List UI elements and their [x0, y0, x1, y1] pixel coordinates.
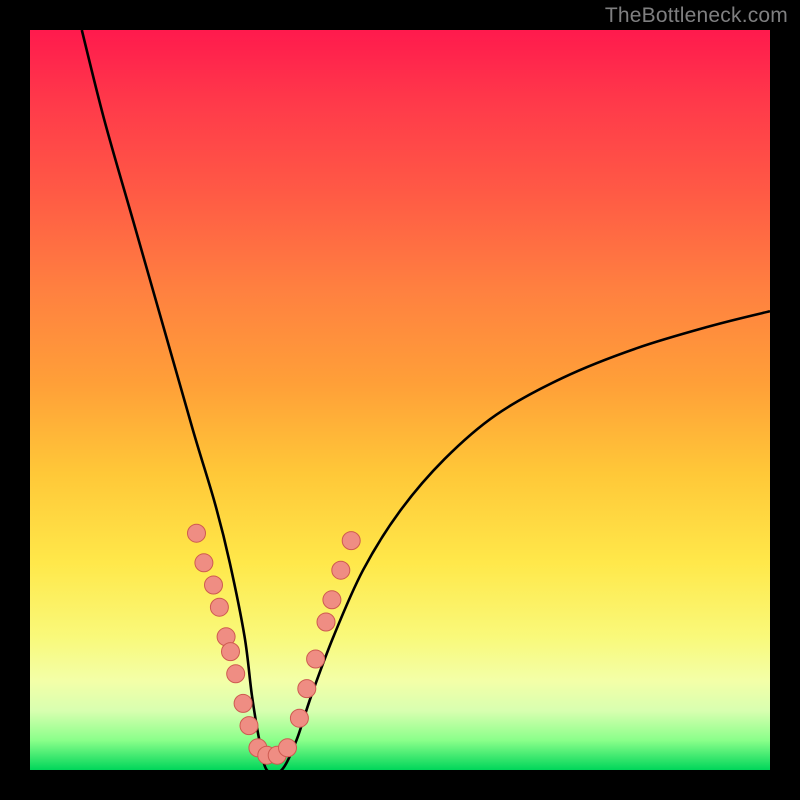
scatter-layer: [188, 524, 361, 764]
scatter-dot: [210, 598, 228, 616]
scatter-dot: [298, 680, 316, 698]
scatter-dot: [240, 717, 258, 735]
scatter-dot: [317, 613, 335, 631]
scatter-dot: [205, 576, 223, 594]
scatter-dot: [307, 650, 325, 668]
scatter-dot: [342, 532, 360, 550]
scatter-dot: [332, 561, 350, 579]
scatter-dot: [227, 665, 245, 683]
curve-layer: [82, 30, 770, 770]
scatter-dot: [222, 643, 240, 661]
scatter-dot: [234, 694, 252, 712]
scatter-dot: [279, 739, 297, 757]
scatter-dot: [323, 591, 341, 609]
plot-area: [30, 30, 770, 770]
scatter-dot: [290, 709, 308, 727]
watermark-text: TheBottleneck.com: [605, 4, 788, 28]
scatter-dot: [188, 524, 206, 542]
scatter-dot: [195, 554, 213, 572]
outer-frame: TheBottleneck.com: [0, 0, 800, 800]
chart-svg: [30, 30, 770, 770]
bottleneck-curve: [82, 30, 770, 770]
